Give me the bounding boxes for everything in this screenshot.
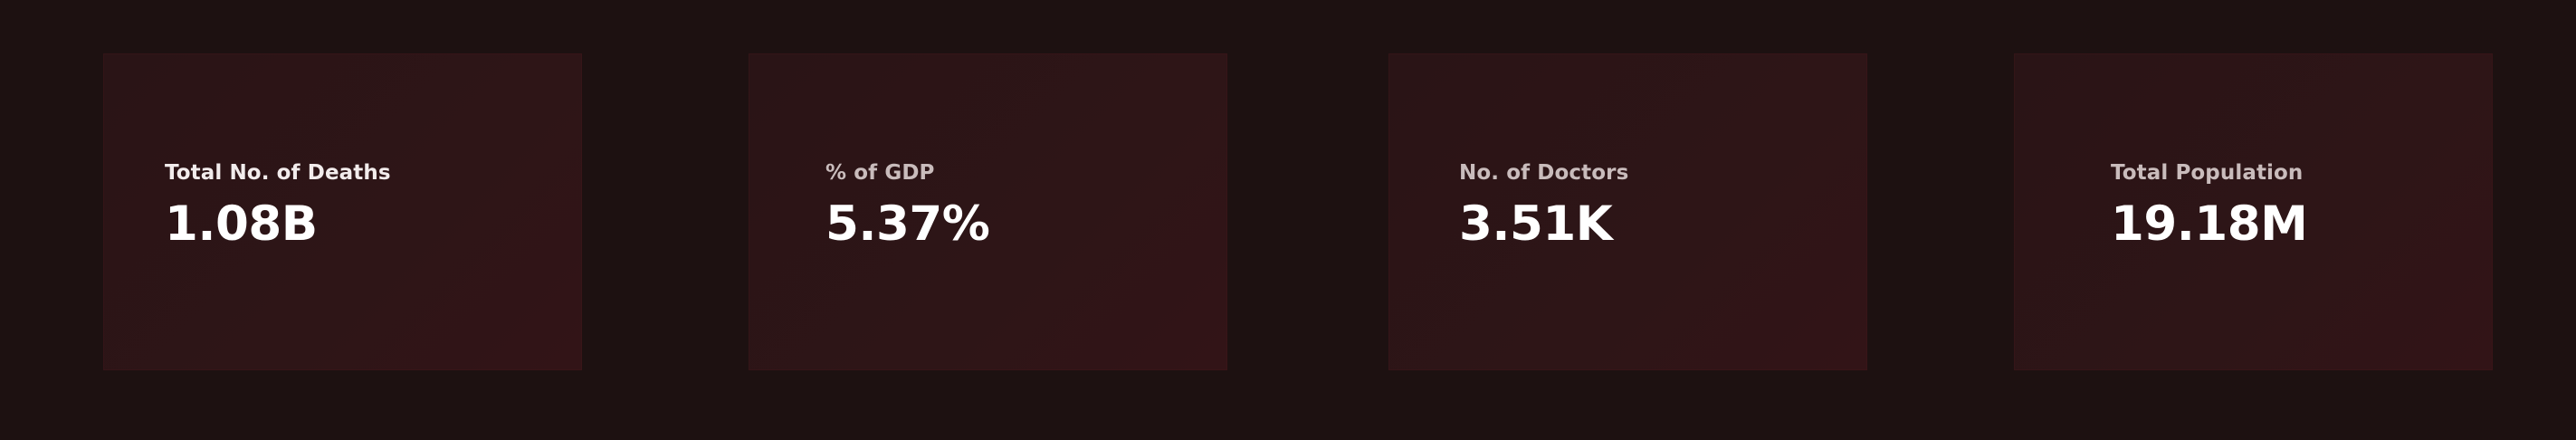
kpi-value: 5.37% (825, 196, 990, 252)
kpi-card-total-population[interactable]: Total Population 19.18M (2014, 53, 2493, 370)
kpi-value: 1.08B (165, 196, 318, 252)
kpi-label: No. of Doctors (1459, 161, 1629, 185)
kpi-card-total-deaths[interactable]: Total No. of Deaths 1.08B (103, 53, 582, 370)
kpi-label: Total Population (2111, 161, 2304, 185)
kpi-card-doctors[interactable]: No. of Doctors 3.51K (1388, 53, 1867, 370)
kpi-dashboard: Total No. of Deaths 1.08B % of GDP 5.37%… (0, 0, 2576, 440)
kpi-value: 19.18M (2111, 196, 2308, 252)
kpi-label: Total No. of Deaths (165, 161, 391, 185)
kpi-value: 3.51K (1459, 196, 1613, 252)
kpi-label: % of GDP (825, 161, 935, 185)
kpi-card-gdp-percent[interactable]: % of GDP 5.37% (749, 53, 1227, 370)
